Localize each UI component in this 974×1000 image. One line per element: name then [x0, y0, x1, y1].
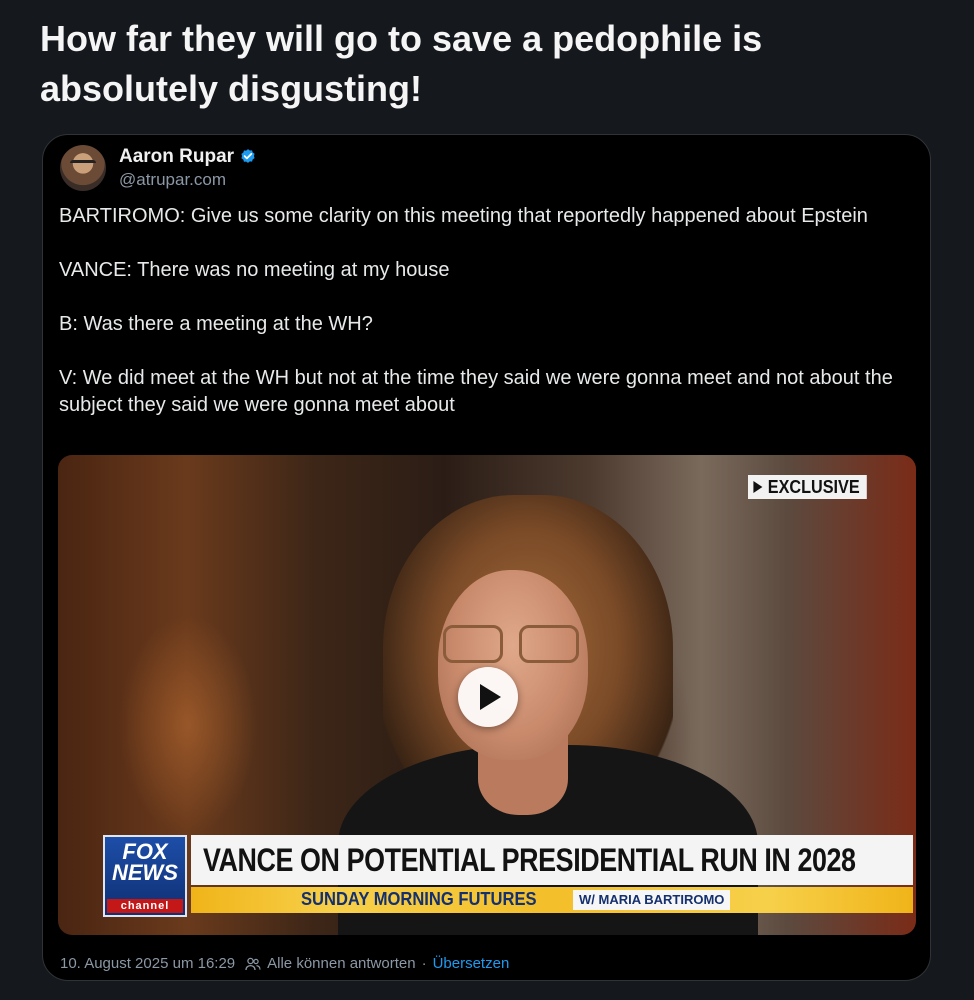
tweet-author[interactable]: Aaron Rupar @atrupar.com: [60, 145, 257, 191]
avatar[interactable]: [60, 145, 106, 191]
tweet-timestamp[interactable]: 10. August 2025 um 16:29: [60, 955, 235, 972]
chyron-show-bar: SUNDAY MORNING FUTURES W/ MARIA BARTIROM…: [191, 887, 913, 913]
triangle-icon: [753, 481, 763, 493]
news-chyron: FOX NEWS channel VANCE ON POTENTIAL PRES…: [103, 835, 913, 917]
post-title: How far they will go to save a pedophile…: [40, 18, 763, 109]
play-icon: [480, 684, 501, 710]
video-player[interactable]: EXCLUSIVE FOX NEWS channel VANCE ON POTE…: [58, 455, 916, 935]
exclusive-badge: EXCLUSIVE: [748, 475, 867, 499]
show-name: SUNDAY MORNING FUTURES: [301, 889, 537, 909]
chyron-headline: VANCE ON POTENTIAL PRESIDENTIAL RUN IN 2…: [203, 841, 856, 878]
author-name[interactable]: Aaron Rupar: [119, 145, 234, 169]
people-icon: [245, 957, 261, 970]
author-handle[interactable]: @atrupar.com: [119, 169, 257, 191]
play-button[interactable]: [458, 667, 518, 727]
chyron-headline-bar: VANCE ON POTENTIAL PRESIDENTIAL RUN IN 2…: [191, 835, 913, 885]
fox-news-logo: FOX NEWS channel: [103, 835, 187, 917]
verified-badge-icon: [239, 148, 257, 166]
tweet-paragraph: B: Was there a meeting at the WH?: [59, 313, 373, 335]
video-frame-background: [118, 615, 258, 835]
exclusive-label: EXCLUSIVE: [767, 477, 860, 497]
embedded-tweet-card[interactable]: Aaron Rupar @atrupar.com BARTIROMO: Give…: [42, 134, 931, 981]
meta-separator: ·: [421, 955, 427, 972]
tweet-text: BARTIROMO: Give us some clarity on this …: [59, 203, 919, 419]
tweet-paragraph: BARTIROMO: Give us some clarity on this …: [59, 205, 868, 227]
host-tag: W/ MARIA BARTIROMO: [573, 890, 731, 910]
tweet-paragraph: VANCE: There was no meeting at my house: [59, 259, 450, 281]
tweet-paragraph: V: We did meet at the WH but not at the …: [59, 367, 893, 416]
translate-link[interactable]: Übersetzen: [433, 955, 510, 972]
tweet-meta: 10. August 2025 um 16:29 Alle können ant…: [60, 955, 509, 972]
reply-setting: Alle können antworten: [267, 955, 416, 972]
